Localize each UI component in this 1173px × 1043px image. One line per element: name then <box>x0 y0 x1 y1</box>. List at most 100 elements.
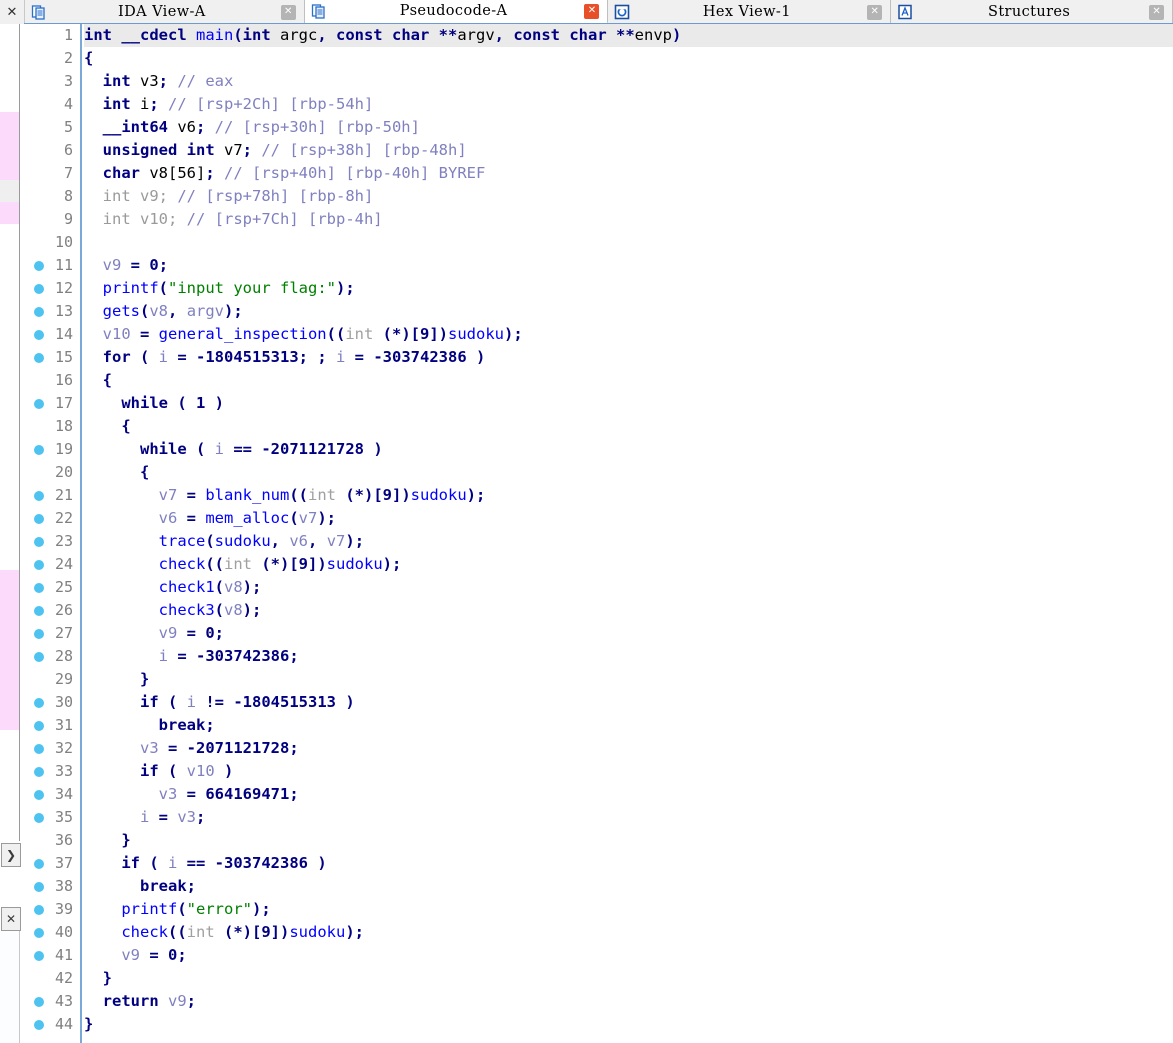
code-line[interactable]: 20 { <box>21 461 1173 484</box>
line-text[interactable]: if ( v10 ) <box>84 760 1173 783</box>
code-line[interactable]: 11 v9 = 0; <box>21 254 1173 277</box>
code-line[interactable]: 34 v3 = 664169471; <box>21 783 1173 806</box>
line-text[interactable]: v9 = 0; <box>84 254 1173 277</box>
line-text[interactable]: for ( i = -1804515313; ; i = -303742386 … <box>84 346 1173 369</box>
code-line[interactable]: 26 check3(v8); <box>21 599 1173 622</box>
line-text[interactable]: } <box>84 967 1173 990</box>
code-line[interactable]: 19 while ( i == -2071121728 ) <box>21 438 1173 461</box>
line-text[interactable]: __int64 v6; // [rsp+30h] [rbp-50h] <box>84 116 1173 139</box>
code-line[interactable]: 18 { <box>21 415 1173 438</box>
line-text[interactable]: v9 = 0; <box>84 622 1173 645</box>
code-line[interactable]: 43 return v9; <box>21 990 1173 1013</box>
code-line[interactable]: 1 int __cdecl main(int argc, const char *… <box>21 24 1173 47</box>
tab-ida-view-a[interactable]: IDA View-A ✕ <box>24 0 305 24</box>
navigation-band-segment[interactable] <box>0 112 19 180</box>
line-text[interactable]: int i; // [rsp+2Ch] [rbp-54h] <box>84 93 1173 116</box>
line-text[interactable]: return v9; <box>84 990 1173 1013</box>
line-text[interactable]: v6 = mem_alloc(v7); <box>84 507 1173 530</box>
line-text[interactable]: } <box>84 1013 1173 1036</box>
line-text[interactable]: { <box>84 47 1173 70</box>
line-text[interactable]: if ( i == -303742386 ) <box>84 852 1173 875</box>
line-text[interactable]: v9 = 0; <box>84 944 1173 967</box>
line-text[interactable]: while ( i == -2071121728 ) <box>84 438 1173 461</box>
code-line[interactable]: 12 printf("input your flag:"); <box>21 277 1173 300</box>
code-line[interactable]: 25 check1(v8); <box>21 576 1173 599</box>
line-text[interactable]: int v9; // [rsp+78h] [rbp-8h] <box>84 185 1173 208</box>
code-line[interactable]: 44} <box>21 1013 1173 1036</box>
code-line[interactable]: 28 i = -303742386; <box>21 645 1173 668</box>
code-line[interactable]: 13 gets(v8, argv); <box>21 300 1173 323</box>
code-line[interactable]: 24 check((int (*)[9])sudoku); <box>21 553 1173 576</box>
navigation-band[interactable] <box>0 24 20 841</box>
line-text[interactable]: int v3; // eax <box>84 70 1173 93</box>
window-close-button[interactable]: ✕ <box>0 0 25 24</box>
pseudocode-editor[interactable]: 1 int __cdecl main(int argc, const char *… <box>21 24 1173 1043</box>
line-text[interactable]: int __cdecl main(int argc, const char **… <box>84 24 1173 47</box>
line-text[interactable]: v3 = 664169471; <box>84 783 1173 806</box>
line-text[interactable]: break; <box>84 714 1173 737</box>
line-text[interactable]: i = v3; <box>84 806 1173 829</box>
line-text[interactable]: printf("input your flag:"); <box>84 277 1173 300</box>
code-line[interactable]: 2{ <box>21 47 1173 70</box>
line-text[interactable]: { <box>84 369 1173 392</box>
code-line[interactable]: 41 v9 = 0; <box>21 944 1173 967</box>
line-text[interactable]: while ( 1 ) <box>84 392 1173 415</box>
tab-pseudocode-a[interactable]: Pseudocode-A ✕ <box>304 0 609 24</box>
navigation-band-segment[interactable] <box>0 224 19 570</box>
code-line[interactable]: 22 v6 = mem_alloc(v7); <box>21 507 1173 530</box>
code-line[interactable]: 32 v3 = -2071121728; <box>21 737 1173 760</box>
code-line[interactable]: 5 __int64 v6; // [rsp+30h] [rbp-50h] <box>21 116 1173 139</box>
code-line[interactable]: 33 if ( v10 ) <box>21 760 1173 783</box>
line-text[interactable]: v7 = blank_num((int (*)[9])sudoku); <box>84 484 1173 507</box>
code-line[interactable]: 35 i = v3; <box>21 806 1173 829</box>
line-text[interactable]: i = -303742386; <box>84 645 1173 668</box>
navigation-band-segment[interactable] <box>0 180 19 202</box>
line-text[interactable]: trace(sudoku, v6, v7); <box>84 530 1173 553</box>
line-text[interactable]: { <box>84 415 1173 438</box>
code-line[interactable]: 9 int v10; // [rsp+7Ch] [rbp-4h] <box>21 208 1173 231</box>
code-line[interactable]: 10 <box>21 231 1173 254</box>
line-text[interactable]: gets(v8, argv); <box>84 300 1173 323</box>
code-line[interactable]: 17 while ( 1 ) <box>21 392 1173 415</box>
tab-close-icon[interactable]: ✕ <box>1149 4 1165 20</box>
code-line[interactable]: 16 { <box>21 369 1173 392</box>
code-line[interactable]: 15 for ( i = -1804515313; ; i = -3037423… <box>21 346 1173 369</box>
code-line[interactable]: 27 v9 = 0; <box>21 622 1173 645</box>
code-line[interactable]: 6 unsigned int v7; // [rsp+38h] [rbp-48h… <box>21 139 1173 162</box>
code-line[interactable]: 23 trace(sudoku, v6, v7); <box>21 530 1173 553</box>
tab-close-icon[interactable]: ✕ <box>867 4 883 20</box>
navigation-band-segment[interactable] <box>0 202 19 224</box>
line-text[interactable]: v3 = -2071121728; <box>84 737 1173 760</box>
line-text[interactable]: } <box>84 829 1173 852</box>
code-line[interactable]: 37 if ( i == -303742386 ) <box>21 852 1173 875</box>
code-line[interactable]: 7 char v8[56]; // [rsp+40h] [rbp-40h] BY… <box>21 162 1173 185</box>
tab-close-icon[interactable]: ✕ <box>280 4 296 20</box>
line-text[interactable]: } <box>84 668 1173 691</box>
code-line[interactable]: 3 int v3; // eax <box>21 70 1173 93</box>
navigation-band-segment[interactable] <box>0 570 19 730</box>
line-text[interactable]: check1(v8); <box>84 576 1173 599</box>
expand-panel-button[interactable]: ❯ <box>1 843 21 867</box>
tab-close-icon[interactable]: ✕ <box>584 3 600 19</box>
code-line[interactable]: 30 if ( i != -1804515313 ) <box>21 691 1173 714</box>
line-text[interactable]: check((int (*)[9])sudoku); <box>84 921 1173 944</box>
code-line[interactable]: 21 v7 = blank_num((int (*)[9])sudoku); <box>21 484 1173 507</box>
code-line[interactable]: 31 break; <box>21 714 1173 737</box>
line-text[interactable]: check((int (*)[9])sudoku); <box>84 553 1173 576</box>
code-line[interactable]: 36 } <box>21 829 1173 852</box>
line-text[interactable]: check3(v8); <box>84 599 1173 622</box>
code-line[interactable]: 4 int i; // [rsp+2Ch] [rbp-54h] <box>21 93 1173 116</box>
code-line[interactable]: 29 } <box>21 668 1173 691</box>
line-text[interactable]: printf("error"); <box>84 898 1173 921</box>
line-text[interactable]: { <box>84 461 1173 484</box>
tab-hex-view-1[interactable]: Hex View-1 ✕ <box>608 0 892 24</box>
code-line[interactable]: 38 break; <box>21 875 1173 898</box>
line-text[interactable]: int v10; // [rsp+7Ch] [rbp-4h] <box>84 208 1173 231</box>
line-text[interactable]: unsigned int v7; // [rsp+38h] [rbp-48h] <box>84 139 1173 162</box>
line-text[interactable]: break; <box>84 875 1173 898</box>
code-line[interactable]: 40 check((int (*)[9])sudoku); <box>21 921 1173 944</box>
line-text[interactable]: if ( i != -1804515313 ) <box>84 691 1173 714</box>
close-panel-button[interactable]: ✕ <box>1 907 21 931</box>
navigation-band-segment[interactable] <box>0 730 19 841</box>
navigation-band-segment[interactable] <box>0 24 19 112</box>
